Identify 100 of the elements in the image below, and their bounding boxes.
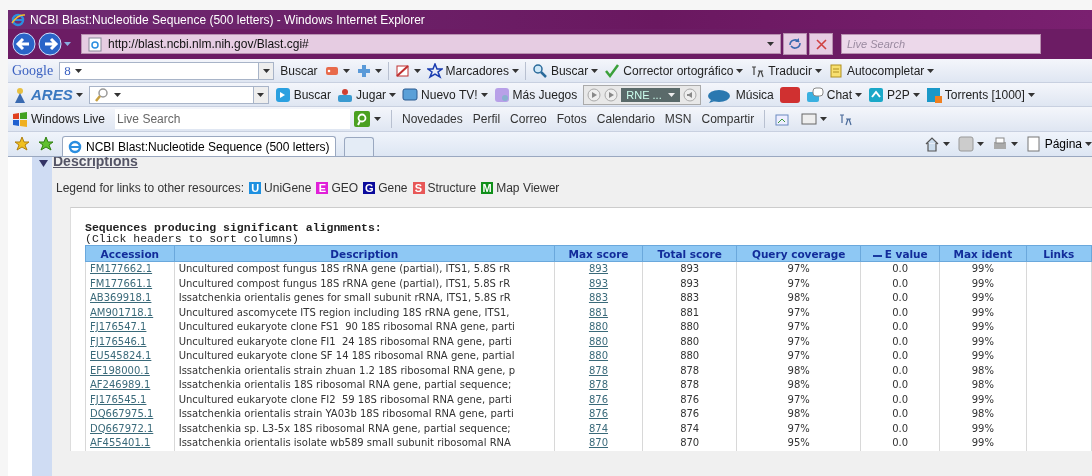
search-field[interactable] (88, 85, 269, 104)
column-header[interactable]: Max ident (939, 245, 1027, 262)
caret-icon[interactable] (413, 68, 421, 73)
accession-link[interactable]: AF246989.1 (90, 379, 151, 391)
dropdown-button[interactable] (258, 62, 274, 79)
toolbar-icon-button[interactable] (957, 136, 984, 152)
ares-logo[interactable]: ARES (12, 86, 83, 103)
accession-link[interactable]: AM901718.1 (90, 306, 154, 318)
column-header[interactable]: Max score (554, 245, 643, 262)
score-link[interactable]: 880 (588, 321, 609, 333)
caret-icon[interactable] (767, 42, 774, 46)
toolbar-button[interactable]: Traducir (749, 62, 822, 79)
caret-icon[interactable] (736, 68, 744, 73)
toolbar-button[interactable]: Corrector ortográfico (604, 62, 744, 79)
browser-tab[interactable]: NCBI Blast:Nucleotide Sequence (500 letters) (62, 136, 336, 156)
caret-icon[interactable] (591, 68, 599, 73)
search-field[interactable]: Live Search (115, 109, 351, 129)
column-header[interactable]: Total score (642, 245, 737, 262)
score-link[interactable]: 880 (588, 335, 609, 347)
windows-live-button[interactable]: Windows Live (12, 111, 106, 127)
toolbar-button[interactable]: Marcadores (426, 62, 519, 79)
score-link[interactable]: 893 (588, 263, 609, 275)
translate-icon[interactable] (837, 111, 854, 127)
accession-link[interactable]: FJ176546.1 (90, 335, 147, 347)
caret-icon[interactable] (511, 68, 519, 73)
accession-link[interactable]: FM177661.1 (90, 277, 153, 289)
toolbar-icon-button[interactable] (801, 111, 828, 127)
column-header[interactable]: Links (1026, 245, 1092, 262)
caret-icon[interactable] (389, 92, 397, 97)
caret-icon[interactable] (855, 92, 863, 97)
accession-link[interactable]: FJ176545.1 (90, 393, 147, 405)
star-icon[interactable] (14, 136, 30, 152)
toolbar-link[interactable]: Novedades (402, 112, 463, 126)
caret-icon[interactable] (1010, 142, 1018, 146)
caret-icon[interactable] (262, 68, 270, 73)
accession-link[interactable]: FJ176547.1 (90, 321, 147, 333)
toolbar-button[interactable]: Buscar (531, 62, 599, 79)
toolbar-icon-button[interactable] (923, 136, 950, 152)
search-field[interactable]: Live Search (841, 34, 1041, 54)
toolbar-button[interactable]: Buscar (280, 63, 318, 78)
score-link[interactable]: 876 (588, 408, 609, 420)
caret-icon[interactable] (814, 68, 822, 73)
caret-icon[interactable] (75, 92, 83, 97)
caret-icon[interactable] (976, 142, 984, 146)
toolbar-button[interactable]: Más Juegos (493, 86, 578, 103)
caret-icon[interactable] (942, 142, 950, 146)
play-icon[interactable] (587, 87, 602, 102)
radio-player[interactable]: RNE ... (583, 84, 701, 105)
toolbar-button[interactable]: P2P (868, 86, 920, 103)
toolbar-button[interactable]: Música (706, 86, 774, 103)
score-link[interactable]: 881 (588, 306, 609, 318)
station-dropdown[interactable]: RNE ... (621, 87, 680, 102)
score-link[interactable]: 870 (588, 437, 609, 449)
toolbar-link[interactable]: Calendario (596, 112, 655, 126)
column-header[interactable]: E value (860, 245, 940, 262)
caret-icon[interactable] (374, 117, 382, 121)
toolbar-icon-button[interactable] (355, 62, 382, 79)
toolbar-button[interactable]: Torrents [1000] (925, 86, 1035, 103)
score-link[interactable]: 878 (588, 364, 609, 376)
forward-icon[interactable] (38, 32, 62, 56)
accession-link[interactable]: AF455401.1 (90, 437, 151, 449)
accession-link[interactable]: EF198000.1 (90, 364, 150, 376)
score-link[interactable]: 874 (588, 422, 609, 434)
column-header[interactable]: Description (174, 245, 555, 262)
caret-icon[interactable] (480, 92, 488, 97)
add-favorite-icon[interactable] (38, 136, 54, 152)
volume-icon[interactable] (682, 87, 697, 102)
caret-icon[interactable] (257, 92, 265, 97)
accession-link[interactable]: DQ667972.1 (90, 422, 154, 434)
column-header[interactable]: Query coverage (736, 245, 861, 262)
score-link[interactable]: 883 (588, 292, 609, 304)
refresh-button[interactable] (783, 33, 807, 55)
caret-icon[interactable] (820, 117, 828, 121)
toolbar-button[interactable]: Chat (805, 86, 863, 103)
back-icon[interactable] (12, 32, 36, 56)
toolbar-link[interactable]: MSN (664, 112, 692, 126)
score-link[interactable]: 878 (588, 379, 609, 391)
page-menu[interactable]: Página (1025, 136, 1092, 152)
accession-link[interactable]: AB369918.1 (90, 292, 152, 304)
search-field[interactable]: 8 (59, 61, 275, 80)
expand-triangle-icon[interactable] (39, 159, 48, 169)
image-edit-icon[interactable] (775, 111, 792, 127)
column-header[interactable]: Accession (85, 245, 175, 262)
caret-icon[interactable] (1027, 92, 1035, 97)
caret-icon[interactable] (912, 92, 920, 97)
toolbar-button[interactable]: Autocompletar (827, 62, 935, 79)
stop-button[interactable] (809, 33, 833, 55)
toolbar-link[interactable]: Perfil (472, 112, 501, 126)
dropdown-button[interactable] (252, 86, 268, 103)
play-icon[interactable] (604, 87, 619, 102)
caret-icon[interactable] (374, 68, 382, 73)
accession-link[interactable]: DQ667975.1 (90, 408, 154, 420)
score-link[interactable]: 880 (588, 350, 609, 362)
score-link[interactable]: 876 (588, 393, 609, 405)
accession-link[interactable]: EU545824.1 (90, 350, 152, 362)
toolbar-link[interactable]: Compartir (701, 112, 755, 126)
score-link[interactable]: 893 (588, 277, 609, 289)
address-field[interactable]: http://blast.ncbi.nlm.nih.gov/Blast.cgi# (81, 34, 781, 54)
toolbar-link[interactable]: Fotos (556, 112, 587, 126)
accession-link[interactable]: FM177662.1 (90, 263, 153, 275)
